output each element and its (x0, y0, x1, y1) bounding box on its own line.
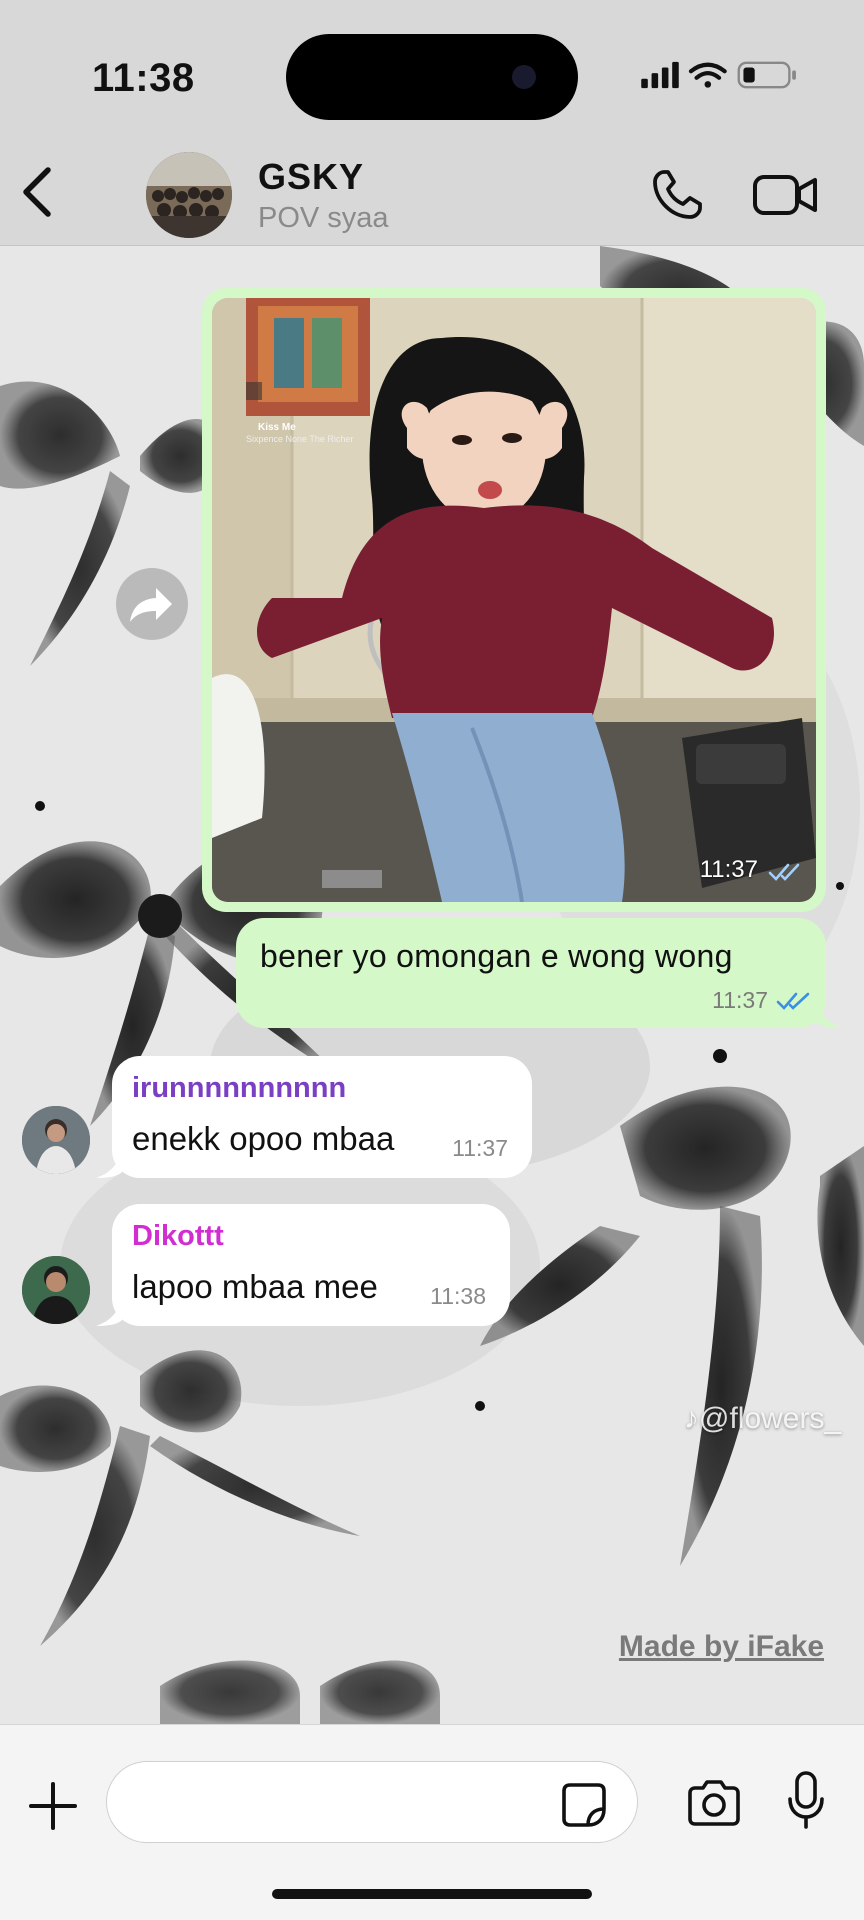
signal-icon (641, 61, 679, 89)
status-time: 11:38 (92, 56, 195, 100)
group-avatar[interactable] (146, 152, 232, 238)
message-text: bener yo omongan e wong wong (260, 938, 733, 974)
message-time: 11:38 (430, 1283, 486, 1309)
status-icons (641, 61, 796, 89)
outgoing-image-message[interactable]: Kiss Me Sixpence None The Richer 11:37 (202, 288, 826, 912)
chat-title[interactable]: GSKY (258, 156, 364, 198)
camera-icon[interactable] (686, 1779, 742, 1827)
battery-icon (737, 61, 796, 89)
forward-arrow-icon (130, 588, 172, 622)
sender-name[interactable]: irunnnnnnnnnn (132, 1072, 346, 1105)
message-time: 11:37 (699, 856, 758, 883)
album-title: Kiss Me (258, 422, 296, 433)
group-photo (146, 152, 232, 238)
plus-icon[interactable] (28, 1781, 78, 1831)
message-composer (0, 1724, 864, 1920)
message-text: enekk opoo mbaa (132, 1120, 395, 1157)
home-indicator[interactable] (272, 1889, 592, 1899)
sticker-icon[interactable] (560, 1781, 608, 1829)
message-photo[interactable]: Kiss Me Sixpence None The Richer 11:37 (212, 298, 816, 902)
message-input[interactable] (106, 1761, 638, 1843)
forward-button[interactable] (116, 568, 188, 640)
read-receipt-icon (768, 863, 800, 881)
album-artist: Sixpence None The Richer (246, 434, 354, 444)
incoming-text-message[interactable]: Dikottt lapoo mbaa mee 11:38 (112, 1204, 510, 1326)
top-bar: 11:38 GSKY POV syaa (0, 0, 864, 246)
sender-name[interactable]: Dikottt (132, 1220, 224, 1253)
avatar-photo (22, 1256, 90, 1324)
phone-call-icon[interactable] (650, 168, 704, 222)
tiktok-watermark: ♪@flowers_ (684, 1402, 841, 1436)
tiktok-icon: ♪ (684, 1402, 699, 1435)
back-chevron-icon[interactable] (18, 164, 58, 220)
message-text: lapoo mbaa mee (132, 1268, 378, 1305)
made-by-watermark: Made by iFake (618, 1630, 824, 1663)
chat-subtitle[interactable]: POV syaa (258, 202, 389, 235)
video-call-icon[interactable] (752, 172, 818, 218)
microphone-icon[interactable] (786, 1771, 826, 1831)
avatar-irun[interactable] (22, 1106, 90, 1174)
tiktok-handle: @flowers_ (699, 1402, 842, 1435)
message-time: 11:37 (452, 1135, 508, 1161)
message-time: 11:37 (712, 987, 768, 1013)
photo-illustration (212, 298, 816, 902)
avatar-dikottt[interactable] (22, 1256, 90, 1324)
wifi-icon (688, 62, 727, 88)
outgoing-text-message[interactable]: bener yo omongan e wong wong 11:37 (236, 918, 826, 1028)
incoming-text-message[interactable]: irunnnnnnnnnn enekk opoo mbaa 11:37 (112, 1056, 532, 1178)
dynamic-island (286, 34, 578, 120)
avatar-photo (22, 1106, 90, 1174)
bubble-tail (816, 1000, 842, 1028)
read-receipt-icon (776, 992, 810, 1010)
